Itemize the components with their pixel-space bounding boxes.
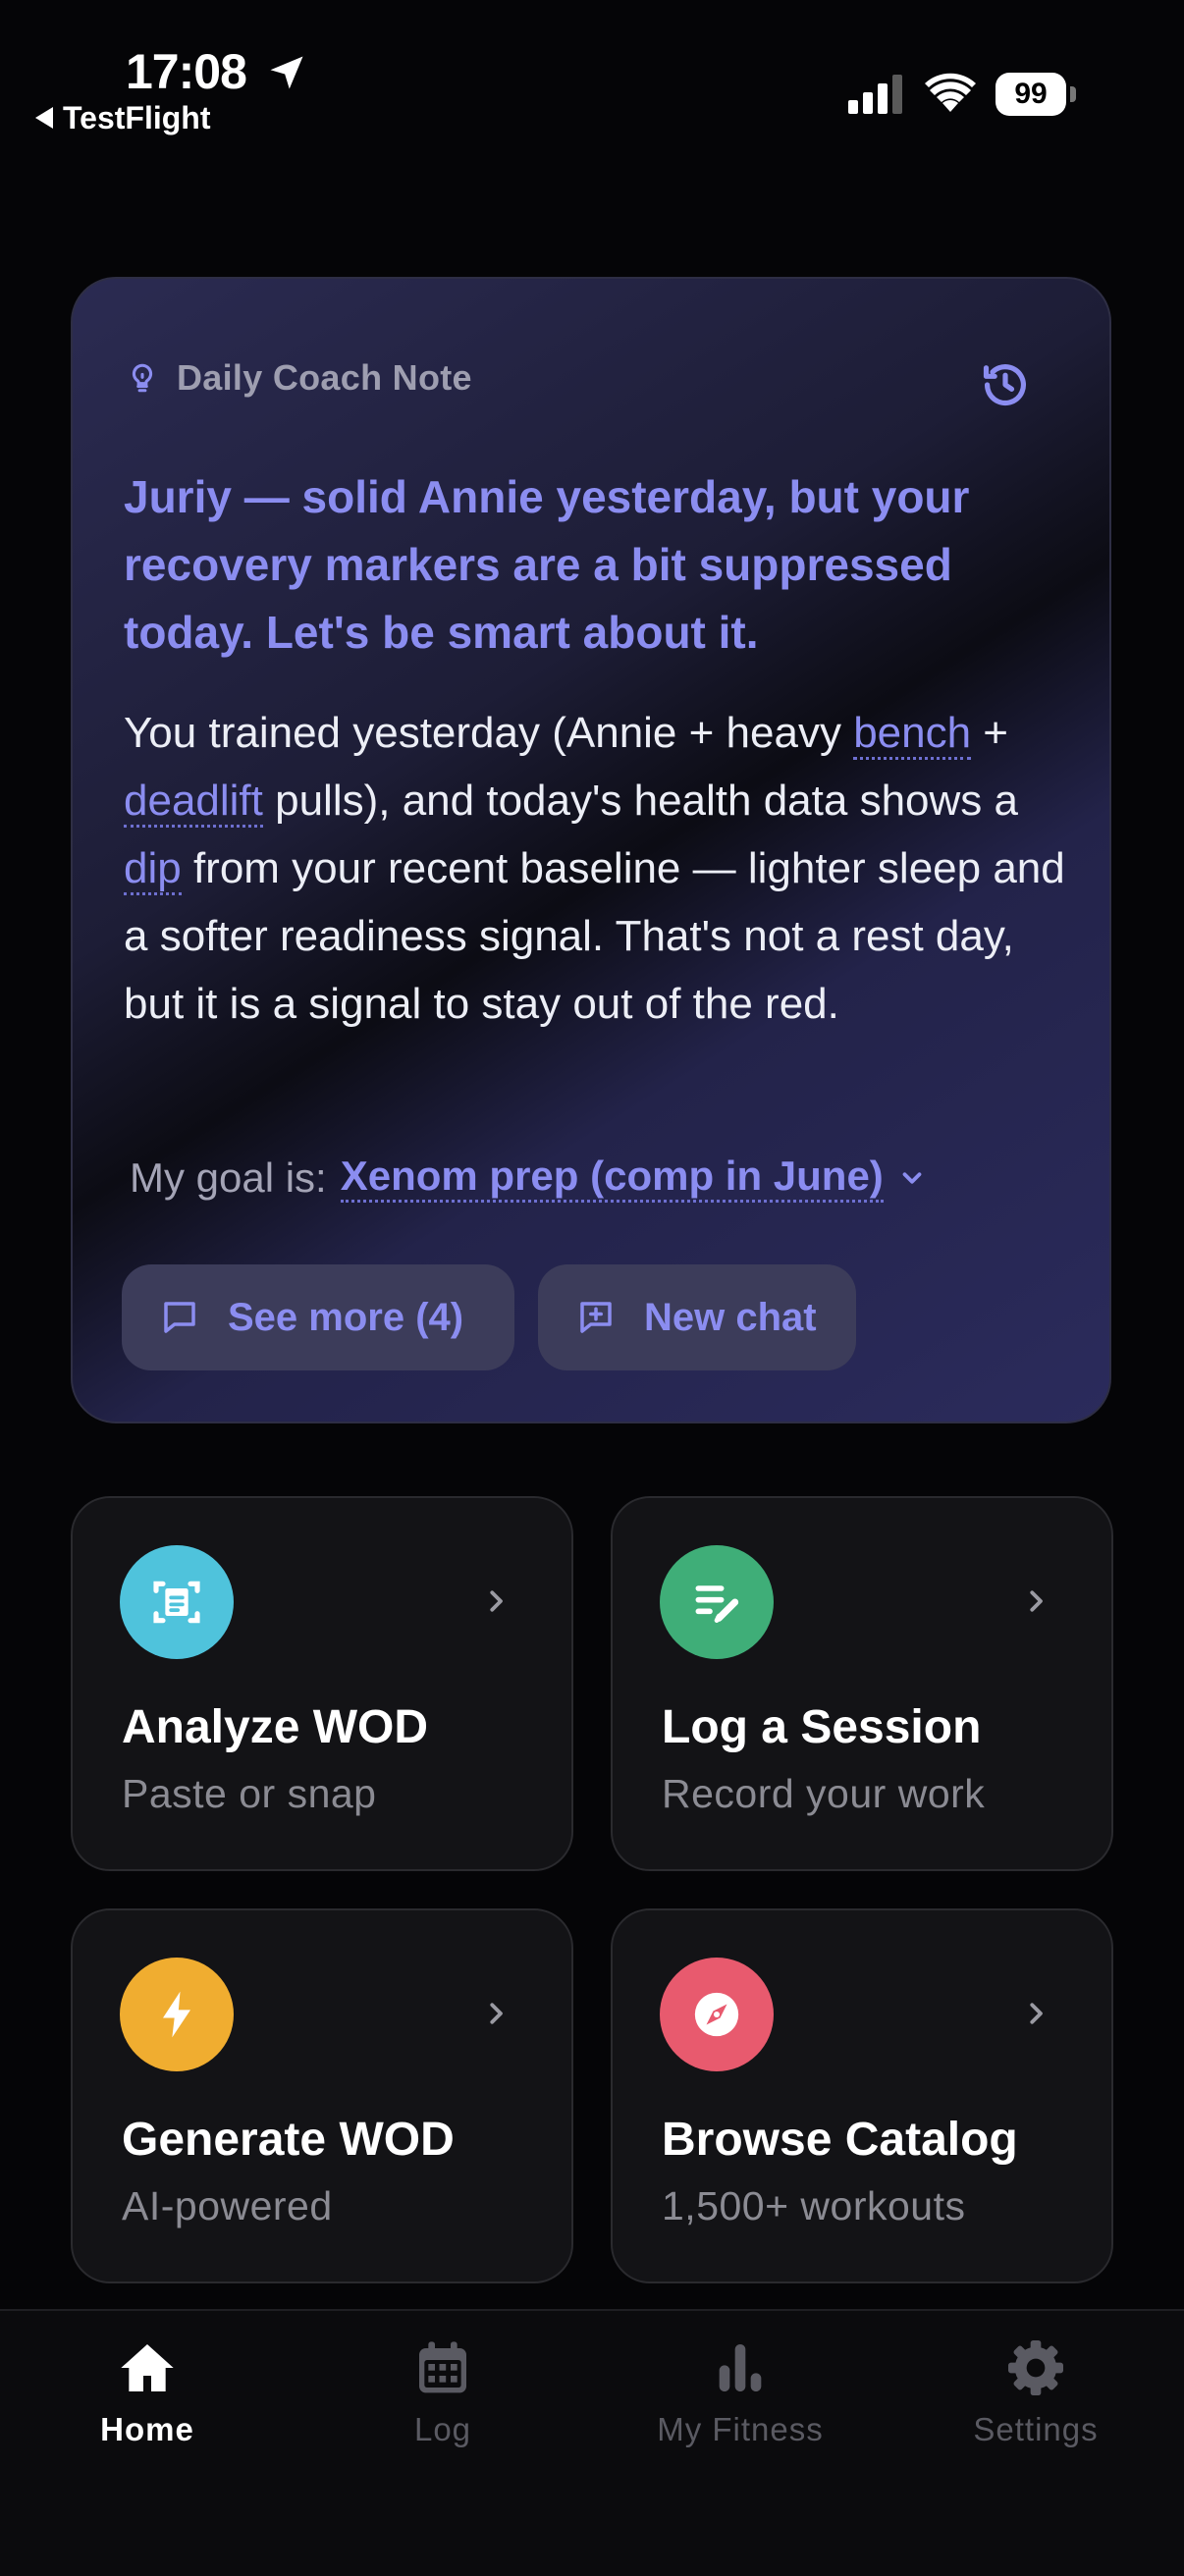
- tab-home[interactable]: Home: [29, 2336, 265, 2448]
- battery-level: 99: [996, 73, 1066, 116]
- home-icon: [121, 2344, 174, 2391]
- browse-catalog-tile[interactable]: Browse Catalog 1,500+ workouts: [611, 1908, 1113, 2283]
- new-chat-button[interactable]: New chat: [538, 1264, 856, 1370]
- back-app-label: TestFlight: [63, 99, 211, 135]
- tab-settings[interactable]: Settings: [918, 2336, 1154, 2448]
- chevron-down-icon: [902, 1171, 922, 1184]
- browse-icon-circle: [660, 1958, 774, 2071]
- history-icon[interactable]: [980, 359, 1031, 410]
- goal-prefix: My goal is:: [130, 1154, 327, 1201]
- lightbulb-icon: [132, 363, 153, 393]
- tile-subtitle: Paste or snap: [122, 1771, 377, 1816]
- tile-subtitle: Record your work: [662, 1771, 986, 1816]
- generate-icon-circle: [120, 1958, 234, 2071]
- term-dip-link[interactable]: dip: [124, 844, 182, 895]
- see-more-button[interactable]: See more (4): [122, 1264, 514, 1370]
- chevron-right-icon: [490, 2003, 503, 2024]
- body-text-2: +: [971, 709, 1008, 757]
- bolt-icon: [163, 1991, 190, 2038]
- edit-list-icon: [695, 1585, 739, 1623]
- tile-title: Log a Session: [662, 1701, 982, 1753]
- tab-bar: Home Log My Fitness Settings: [0, 2309, 1184, 2576]
- chevron-right-icon: [1030, 2003, 1043, 2024]
- log-session-tile[interactable]: Log a Session Record your work: [611, 1496, 1113, 1871]
- see-more-label: See more (4): [228, 1295, 464, 1339]
- daily-coach-note-card: Daily Coach Note Juriy — solid Annie yes…: [71, 277, 1111, 1423]
- tab-label: My Fitness: [657, 2411, 824, 2447]
- tile-title: Analyze WOD: [122, 1701, 429, 1753]
- tile-title: Generate WOD: [122, 2114, 455, 2166]
- body-text-4: from your recent baseline — lighter slee…: [124, 844, 1065, 1028]
- new-chat-icon: [580, 1302, 612, 1333]
- new-chat-label: New chat: [644, 1295, 817, 1339]
- coach-note-label: Daily Coach Note: [177, 357, 472, 398]
- bar-chart-icon: [719, 2344, 762, 2391]
- analyze-icon-circle: [120, 1545, 234, 1659]
- body-text-3: pulls), and today's health data shows a: [262, 777, 1018, 825]
- generate-wod-tile[interactable]: Generate WOD AI-powered: [71, 1908, 573, 2283]
- coach-headline: Juriy — solid Annie yesterday, but your …: [124, 471, 970, 658]
- cellular-signal-icon: [848, 75, 902, 114]
- tab-log[interactable]: Log: [325, 2336, 561, 2448]
- tab-label: Settings: [973, 2411, 1099, 2447]
- chevron-right-icon: [1030, 1590, 1043, 1612]
- location-arrow-icon: [270, 56, 303, 89]
- log-icon-circle: [660, 1545, 774, 1659]
- status-time: 17:08: [126, 44, 247, 99]
- coach-body-text: You trained yesterday (Annie + heavy ben…: [124, 699, 1086, 1038]
- tile-subtitle: AI-powered: [122, 2183, 333, 2228]
- chevron-right-icon: [490, 1590, 503, 1612]
- tab-my-fitness[interactable]: My Fitness: [622, 2336, 858, 2448]
- back-to-testflight-button[interactable]: TestFlight: [35, 98, 211, 137]
- tile-title: Browse Catalog: [662, 2114, 1018, 2166]
- compass-icon: [694, 1992, 739, 2037]
- scan-document-icon: [153, 1581, 200, 1624]
- calendar-icon: [419, 2341, 466, 2393]
- wifi-icon: [925, 73, 976, 112]
- gear-icon: [1008, 2340, 1063, 2395]
- back-triangle-icon: [35, 107, 53, 129]
- goal-selector[interactable]: My goal is: Xenom prep (comp in June): [130, 1153, 927, 1203]
- body-text-1: You trained yesterday (Annie + heavy: [124, 709, 854, 757]
- chat-bubble-icon: [164, 1302, 195, 1333]
- coach-note-header: Daily Coach Note: [126, 357, 472, 399]
- battery-icon: 99: [996, 73, 1076, 116]
- tab-label: Log: [413, 2411, 472, 2447]
- goal-value[interactable]: Xenom prep (comp in June): [340, 1153, 884, 1203]
- tab-label: Home: [100, 2411, 194, 2447]
- analyze-wod-tile[interactable]: Analyze WOD Paste or snap: [71, 1496, 573, 1871]
- term-bench-link[interactable]: bench: [853, 709, 972, 760]
- tile-subtitle: 1,500+ workouts: [662, 2183, 966, 2228]
- term-deadlift-link[interactable]: deadlift: [124, 777, 263, 828]
